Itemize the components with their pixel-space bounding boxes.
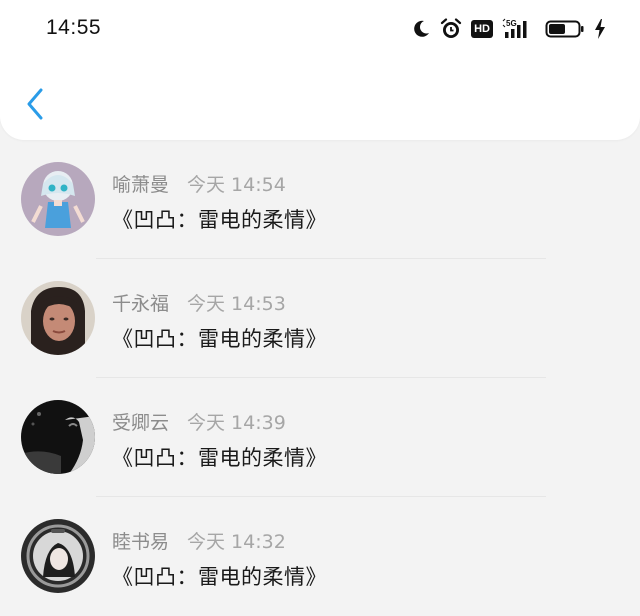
comment-time: 今天 14:53 bbox=[187, 293, 286, 315]
battery-icon bbox=[545, 20, 584, 38]
user-name[interactable]: 睦书易 bbox=[112, 531, 169, 553]
user-name[interactable]: 喻萧曼 bbox=[112, 174, 169, 196]
avatar[interactable] bbox=[21, 400, 95, 474]
comment-text: 《凹凸：雷电的柔情》 bbox=[112, 327, 327, 351]
back-button[interactable] bbox=[20, 84, 50, 124]
comment-time: 今天 14:54 bbox=[187, 174, 286, 196]
status-icons: HD 5G bbox=[411, 16, 606, 42]
comment-list: 喻萧曼 今天 14:54 《凹凸：雷电的柔情》 千永福 今天 14:53 《凹凸：雷… bbox=[0, 140, 640, 616]
comment-text: 《凹凸：雷电的柔情》 bbox=[112, 208, 327, 232]
charging-icon bbox=[595, 19, 605, 39]
list-item[interactable]: 睦书易 今天 14:32 《凹凸：雷电的柔情》 bbox=[0, 497, 640, 616]
user-name[interactable]: 千永福 bbox=[112, 293, 169, 315]
signal-5g-icon: 5G bbox=[502, 18, 527, 38]
comment-text: 《凹凸：雷电的柔情》 bbox=[112, 446, 327, 470]
chevron-left-icon bbox=[27, 88, 43, 120]
comment-meta: 喻萧曼 今天 14:54 bbox=[112, 170, 286, 197]
hd-icon: HD bbox=[471, 20, 493, 38]
avatar[interactable] bbox=[21, 162, 95, 236]
avatar[interactable] bbox=[21, 281, 95, 355]
list-item[interactable]: 喻萧曼 今天 14:54 《凹凸：雷电的柔情》 bbox=[0, 140, 640, 259]
comment-meta: 受卿云 今天 14:39 bbox=[112, 408, 286, 435]
comment-text: 《凹凸：雷电的柔情》 bbox=[112, 565, 327, 589]
alarm-icon bbox=[441, 18, 462, 38]
top-bar: 14:55 HD 5G bbox=[0, 0, 640, 140]
avatar[interactable] bbox=[21, 519, 95, 593]
comment-time: 今天 14:39 bbox=[187, 412, 286, 434]
comment-meta: 睦书易 今天 14:32 bbox=[112, 527, 286, 554]
network-label: 5G bbox=[506, 19, 517, 28]
comment-meta: 千永福 今天 14:53 bbox=[112, 289, 286, 316]
status-time: 14:55 bbox=[46, 16, 102, 39]
comment-time: 今天 14:32 bbox=[187, 531, 286, 553]
user-name[interactable]: 受卿云 bbox=[112, 412, 169, 434]
moon-icon bbox=[414, 20, 430, 37]
list-item[interactable]: 受卿云 今天 14:39 《凹凸：雷电的柔情》 bbox=[0, 378, 640, 497]
list-item[interactable]: 千永福 今天 14:53 《凹凸：雷电的柔情》 bbox=[0, 259, 640, 378]
status-bar: 14:55 HD 5G bbox=[0, 0, 640, 56]
